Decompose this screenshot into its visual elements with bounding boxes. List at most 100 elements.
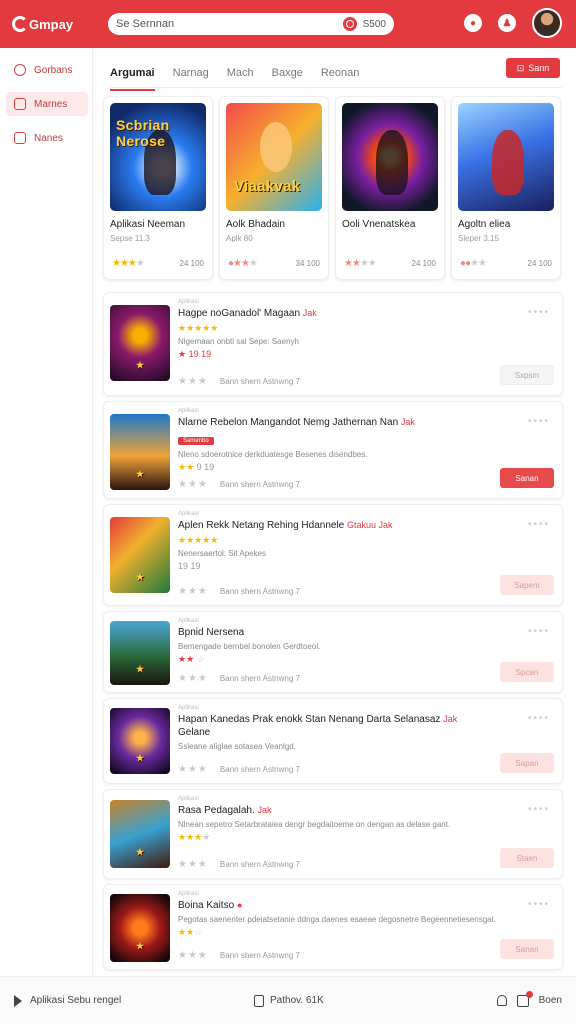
tab-action-label: Sann	[528, 63, 550, 73]
item-stats: ★ 19 19	[178, 349, 212, 359]
empty-stars: ★★★	[178, 673, 208, 684]
search-bar[interactable]: Se Sernnan S500	[108, 13, 394, 35]
game-thumbnail: ★	[110, 800, 170, 868]
search-button-label: S500	[362, 18, 386, 30]
rating-stars: ●★★★	[228, 258, 258, 269]
item-meta: Aplikasi	[178, 408, 199, 414]
game-thumbnail: ★	[110, 894, 170, 962]
hot-tag: Gtakuu Jak	[347, 520, 393, 530]
tab-narnag[interactable]: Narnag	[173, 61, 209, 85]
list-item[interactable]: ★ Aplikasi Hagpe noGanadol' Magaan Jak ★…	[103, 292, 563, 396]
sidebar-item-nanes[interactable]: Nanes	[6, 126, 88, 150]
card-name: Ooli Vnenatskea	[342, 219, 416, 230]
bottom-left-label: Aplikasi Sebu rengel	[30, 995, 122, 1006]
rating-stars: ★★★★★	[178, 535, 219, 545]
rating-stars: ★★★★★	[178, 323, 219, 333]
card-name: Aplikasi Neeman	[110, 219, 186, 230]
game-thumbnail: ★	[110, 708, 170, 774]
install-button[interactable]: Sapem	[500, 575, 554, 595]
featured-card[interactable]: Viaakvak Aolk Bhadain Aplk 80 ●★★★ 34 10…	[219, 96, 329, 280]
tab-baxge[interactable]: Baxge	[272, 61, 303, 85]
item-title: Hapan Kanedas Prak enokk Stan Nenang Dar…	[178, 714, 441, 725]
hero-figure	[375, 130, 409, 195]
bottom-mid[interactable]: Pathov. 61K	[254, 994, 324, 1007]
hero-figure	[259, 122, 293, 173]
hot-tag: ●	[236, 900, 243, 910]
item-meta: Aplikasi	[178, 511, 199, 517]
game-thumbnail: Viaakvak	[226, 103, 322, 211]
search-button[interactable]: S500	[342, 17, 386, 31]
rating-stars: ★★ 9 19	[178, 462, 215, 472]
item-meta: Aplikasi	[178, 299, 199, 305]
more-icon[interactable]: ••••	[528, 899, 550, 910]
item-description: Bemengade bernbel bonolen Gerdtoeol.	[178, 642, 321, 651]
bell-icon[interactable]	[496, 995, 507, 1006]
item-description: Nleno sdoerotnice derkduatesge Besenes d…	[178, 450, 368, 459]
tab-mach[interactable]: Mach	[227, 61, 254, 85]
hot-tag: Jak	[257, 805, 272, 815]
install-button[interactable]: Staen	[500, 848, 554, 868]
list-item[interactable]: ★ Aplikasi Boina Kaitso ● Pegotas saenen…	[103, 884, 563, 970]
sidebar-item-marnes[interactable]: Marnes	[6, 92, 88, 116]
featured-card[interactable]: Ooli Vnenatskea ★★★★ 24 100	[335, 96, 445, 280]
more-icon[interactable]: ••••	[528, 626, 550, 637]
avatar[interactable]	[532, 8, 562, 38]
install-button[interactable]: Sapan	[500, 753, 554, 773]
empty-stars: ★★★	[178, 950, 208, 961]
item-footer: Bann shern Astnwng 7	[219, 674, 300, 683]
empty-stars: ★★★	[178, 859, 208, 870]
item-title-line2: Gelane	[178, 727, 211, 738]
item-footer: Bann shern Astnwng 7	[219, 377, 300, 386]
tab-bar: Argumai Narnag Mach Baxge Reonan	[110, 58, 562, 91]
item-title: Rasa Pedagalah.	[178, 805, 255, 816]
item-description: Ssleane aliglae sotasea Veanlgd.	[178, 742, 296, 751]
more-icon[interactable]: ••••	[528, 519, 550, 530]
game-thumbnail	[458, 103, 554, 211]
install-button[interactable]: Sanan	[500, 468, 554, 488]
calendar-icon	[14, 98, 26, 110]
bottom-right-label[interactable]: Boen	[539, 995, 562, 1006]
install-button[interactable]: Sanan	[500, 939, 554, 959]
empty-stars: ★★★	[178, 479, 208, 490]
bottom-left[interactable]: Aplikasi Sebu rengel	[14, 994, 122, 1007]
tab-reonan[interactable]: Reonan	[321, 61, 360, 85]
sidebar-item-gorbans[interactable]: Gorbans	[6, 58, 88, 82]
app-logo[interactable]: Gmpay	[0, 0, 94, 48]
list-item[interactable]: ★ Aplikasi Aplen Rekk Netang Rehing Hdan…	[103, 504, 563, 606]
list-item[interactable]: ★ Aplikasi Nlarne Rebelon Mangandot Nemg…	[103, 401, 563, 499]
more-icon[interactable]: ••••	[528, 713, 550, 724]
featured-card[interactable]: Agoltn eliea Sleper 3.15 ●●★★ 24 100	[451, 96, 561, 280]
sidebar-item-label: Marnes	[34, 98, 68, 110]
card-subtitle: Aplk 80	[226, 234, 253, 243]
card-subtitle: Sepse 11.3	[110, 234, 150, 243]
item-meta: Aplikasi	[178, 618, 199, 624]
hot-tag: Jak	[443, 714, 458, 724]
rating-stars: ●●★★	[460, 258, 487, 269]
more-icon[interactable]: ••••	[528, 416, 550, 427]
list-item[interactable]: ★ Aplikasi Rasa Pedagalah. Jak Nlnean se…	[103, 789, 563, 879]
list-item[interactable]: ★ Aplikasi Bpnid Nersena Bemengade bernb…	[103, 611, 563, 693]
featured-card[interactable]: Scbrian Nerose Aplikasi Neeman Sepse 11.…	[103, 96, 213, 280]
item-meta: Aplikasi	[178, 891, 199, 897]
notification-icon[interactable]: ●	[464, 14, 482, 32]
install-button[interactable]: Sxpsm	[500, 365, 554, 385]
app-list: ★ Aplikasi Hagpe noGanadol' Magaan Jak ★…	[103, 292, 563, 975]
item-title: Boina Kaitso	[178, 900, 235, 911]
item-description: Pegotas saenenter pdeiatsetanie ddnga da…	[178, 915, 496, 924]
user-icon[interactable]: ♟	[498, 14, 516, 32]
item-footer: Bann shern Astnwng 7	[219, 765, 300, 774]
item-footer: Bann shern Astnwng 7	[219, 480, 300, 489]
more-icon[interactable]: ••••	[528, 804, 550, 815]
tab-action-button[interactable]: ⊡ Sann	[506, 58, 560, 78]
tab-argumai[interactable]: Argumai	[110, 61, 155, 91]
item-description: Nlgemaan onbtl sal Sepe: Saenyh	[178, 337, 299, 346]
install-button[interactable]: Spcen	[500, 662, 554, 682]
list-item[interactable]: ★ Aplikasi Hapan Kanedas Prak enokk Stan…	[103, 698, 563, 784]
rating-stars: ★★★★	[344, 258, 377, 269]
hot-tag: Jak	[302, 308, 317, 318]
search-input[interactable]: Se Sernnan	[116, 18, 343, 30]
inbox-icon[interactable]	[516, 990, 533, 1007]
sidebar-item-label: Gorbans	[34, 64, 73, 76]
more-icon[interactable]: ••••	[528, 307, 550, 318]
card-subtitle: Sleper 3.15	[458, 234, 499, 243]
